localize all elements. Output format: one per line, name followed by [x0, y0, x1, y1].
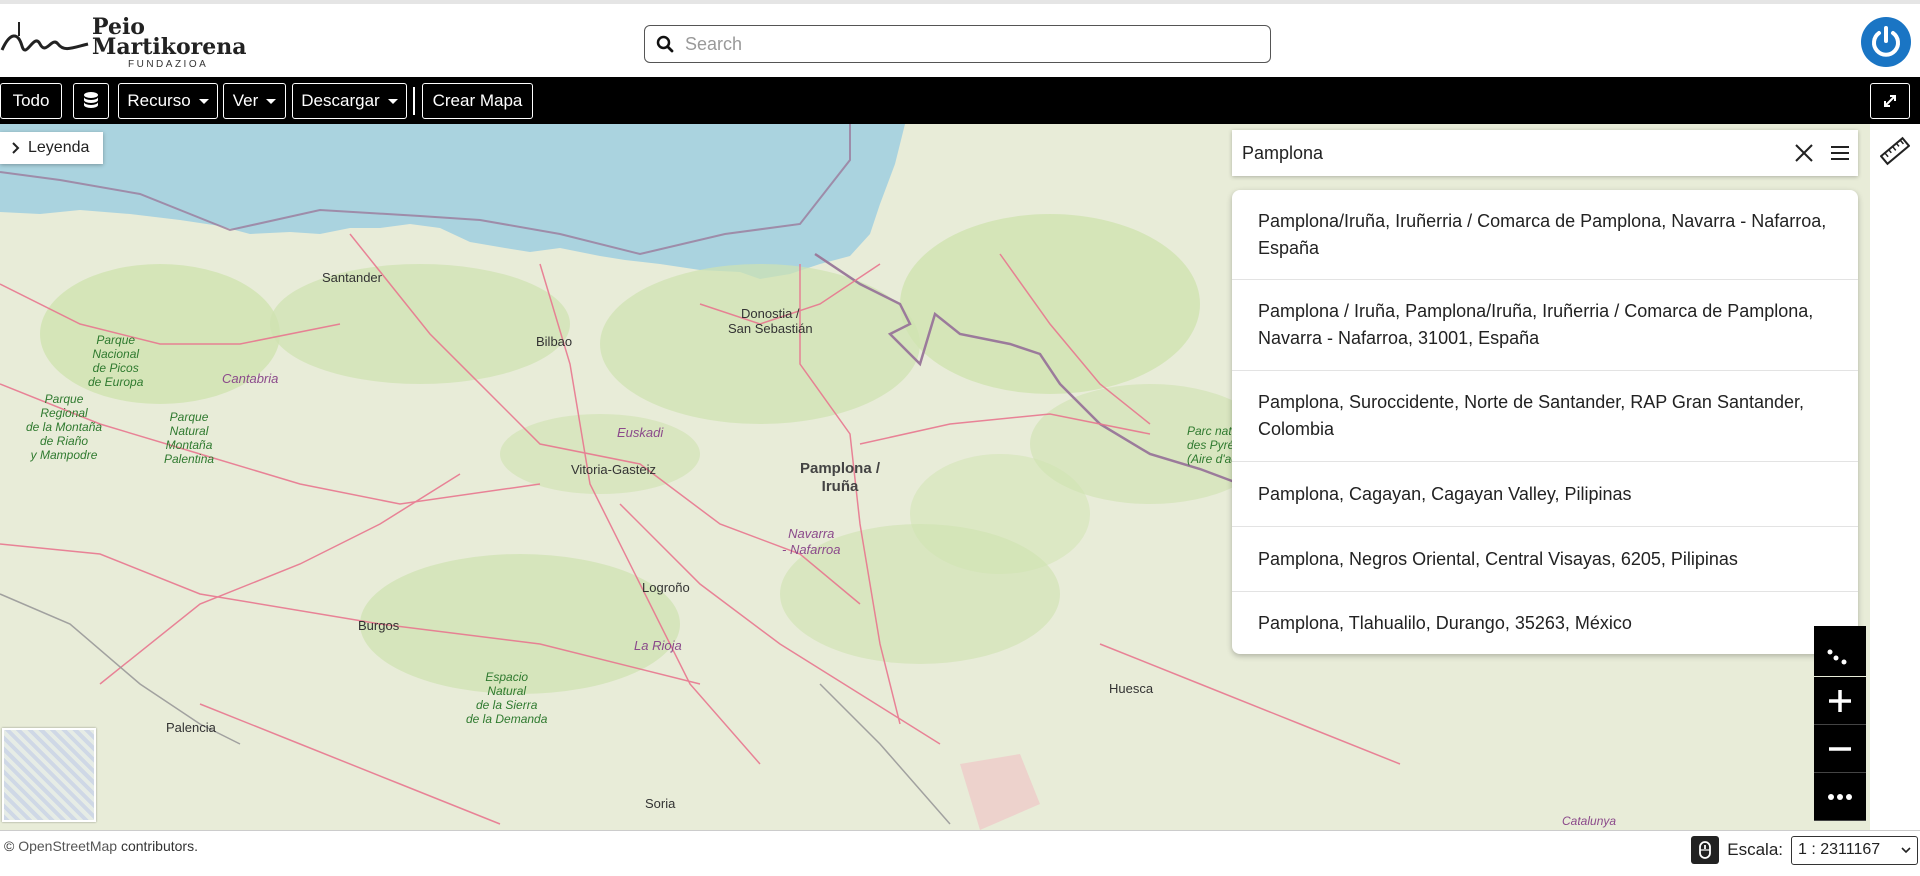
- ver-label: Ver: [232, 91, 259, 110]
- close-icon: [1795, 144, 1813, 162]
- search-result-item[interactable]: Pamplona / Iruña, Pamplona/Iruña, Iruñer…: [1232, 280, 1858, 371]
- search-result-item[interactable]: Pamplona, Cagayan, Cagayan Valley, Pilip…: [1232, 462, 1858, 527]
- map-label-soria: Soria: [645, 796, 676, 811]
- todo-button[interactable]: Todo: [0, 83, 62, 119]
- expand-icon: [1884, 95, 1896, 107]
- logo-mark-icon: [0, 22, 89, 52]
- hamburger-icon: [1831, 146, 1849, 160]
- toolbar-divider: [413, 87, 415, 115]
- power-icon: [1872, 26, 1900, 57]
- mouse-icon: [1699, 841, 1712, 859]
- layers-button[interactable]: [73, 83, 109, 119]
- caret-down-icon: [198, 98, 209, 104]
- more-dots-icon: [1828, 793, 1852, 800]
- descargar-menu[interactable]: Descargar: [292, 83, 407, 119]
- legend-toggle[interactable]: Leyenda: [0, 132, 103, 164]
- search-result-item[interactable]: Pamplona/Iruña, Iruñerria / Comarca de P…: [1232, 190, 1858, 280]
- descargar-label: Descargar: [301, 91, 380, 110]
- map-label-larioja: La Rioja: [634, 638, 682, 653]
- chevron-right-icon: [12, 142, 20, 154]
- map-label-cantabria: Cantabria: [222, 371, 279, 386]
- global-search-input[interactable]: [685, 33, 1270, 55]
- database-icon: [84, 92, 98, 108]
- search-result-item[interactable]: Pamplona, Negros Oriental, Central Visay…: [1232, 527, 1858, 592]
- locate-button[interactable]: [1814, 626, 1866, 676]
- todo-label: Todo: [12, 91, 50, 110]
- map-label-vitoria: Vitoria-Gasteiz: [571, 462, 657, 477]
- more-tools-button[interactable]: [1814, 773, 1866, 821]
- header: Peio Martikorena FUNDAZIOA: [0, 0, 1920, 77]
- map-label-logrono: Logroño: [642, 580, 690, 595]
- plus-icon: [1829, 689, 1851, 712]
- scale-control: Escala: 1 : 2311167: [1691, 835, 1920, 865]
- map-label-donostia: Donostia / San Sebastián: [728, 306, 813, 336]
- scale-label: Escala:: [1727, 840, 1783, 859]
- recurso-menu[interactable]: Recurso: [118, 83, 218, 119]
- map-label-catalunya: Catalunya: [1562, 814, 1617, 828]
- map-label-bilbao: Bilbao: [536, 334, 573, 349]
- map-label-burgos: Burgos: [358, 618, 400, 633]
- overview-minimap[interactable]: [2, 728, 96, 822]
- fullscreen-button[interactable]: [1870, 83, 1910, 119]
- map-attribution: © OpenStreetMap contributors.: [4, 838, 198, 854]
- search-icon: [645, 35, 685, 53]
- map-label-regional: Parque Regional de la Montaña de Riaño y…: [26, 392, 103, 462]
- dots-locate-icon: [1827, 649, 1847, 665]
- chevron-down-icon: [1901, 847, 1911, 853]
- mouse-position-button[interactable]: [1691, 836, 1720, 864]
- attribution-suffix: contributors.: [117, 838, 198, 854]
- global-search[interactable]: [644, 25, 1271, 63]
- map-label-pamplona: Pamplona / Iruña: [800, 460, 881, 495]
- login-button[interactable]: [1861, 17, 1911, 67]
- caret-down-icon: [387, 98, 398, 104]
- zoom-in-button[interactable]: [1814, 677, 1866, 725]
- footer: © OpenStreetMap contributors. Escala: 1 …: [0, 830, 1920, 876]
- minus-icon: [1829, 746, 1851, 751]
- map-label-picos: Parque Nacional de Picos de Europa: [88, 333, 144, 389]
- place-search-box: [1232, 130, 1858, 176]
- map-label-palencia: Palencia: [166, 720, 216, 735]
- legend-label: Leyenda: [28, 139, 90, 156]
- map-label-navarra: Navarra - Nafarroa: [782, 526, 841, 557]
- attribution-prefix: ©: [4, 838, 19, 854]
- map-label-huesca: Huesca: [1109, 681, 1154, 696]
- search-results-list: Pamplona/Iruña, Iruñerria / Comarca de P…: [1232, 190, 1858, 654]
- crear-mapa-button[interactable]: Crear Mapa: [422, 83, 533, 119]
- map-label-santander: Santander: [322, 270, 382, 285]
- clear-search-button[interactable]: [1786, 135, 1822, 171]
- logo-name: Peio Martikorena: [92, 16, 247, 60]
- place-search-input[interactable]: [1232, 142, 1786, 164]
- scale-value: 1 : 2311167: [1798, 841, 1881, 858]
- search-result-item[interactable]: Pamplona, Suroccidente, Norte de Santand…: [1232, 371, 1858, 462]
- zoom-out-button[interactable]: [1814, 725, 1866, 773]
- map-label-euskadi: Euskadi: [617, 425, 664, 440]
- search-result-item[interactable]: Pamplona, Tlahualilo, Durango, 35263, Mé…: [1232, 592, 1858, 654]
- scale-select[interactable]: 1 : 2311167: [1791, 835, 1918, 865]
- zoom-controls: [1814, 677, 1866, 821]
- search-options-button[interactable]: [1822, 135, 1858, 171]
- toolbar: Todo Recurso Ver Descargar Crear Mapa: [0, 77, 1920, 124]
- right-tools-strip: [1870, 124, 1920, 830]
- osm-link[interactable]: OpenStreetMap: [18, 838, 117, 854]
- map-label-demanda: Espacio Natural de la Sierra de la Deman…: [466, 670, 548, 726]
- logo-sub: FUNDAZIOA: [128, 59, 209, 70]
- ver-menu[interactable]: Ver: [223, 83, 286, 119]
- caret-down-icon: [266, 98, 277, 104]
- logo-line2: Martikorena: [92, 34, 247, 60]
- recurso-label: Recurso: [127, 91, 191, 110]
- ruler-icon[interactable]: [1880, 136, 1910, 166]
- logo[interactable]: Peio Martikorena FUNDAZIOA: [0, 16, 246, 72]
- crear-mapa-label: Crear Mapa: [432, 91, 523, 110]
- map-label-natural: Parque Natural Montaña Palentina: [164, 410, 215, 466]
